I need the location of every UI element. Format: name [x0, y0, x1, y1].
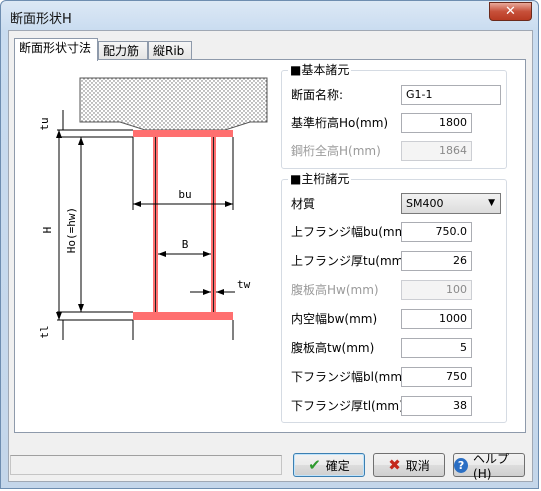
help-button-label: ヘルプ(H) — [473, 451, 510, 481]
top-flange-width-field[interactable]: 750.0 — [401, 222, 472, 242]
material-value: SM400 — [406, 197, 444, 210]
status-bar — [10, 455, 282, 475]
section-name-label: 断面名称: — [291, 88, 344, 102]
section-name-field[interactable]: G1-1 — [401, 85, 501, 105]
material-select[interactable]: SM400 ▼ — [401, 193, 501, 214]
tab-section-dimensions[interactable]: 断面形状寸法 — [14, 38, 98, 61]
base-girder-height-field[interactable]: 1800 — [401, 113, 472, 133]
cross-section-diagram: tu H Ho(=hw) tl bu B tw bl — [38, 77, 268, 340]
cancel-button[interactable]: ✖ 取消 — [373, 453, 445, 477]
tab-panel: tu H Ho(=hw) tl bu B tw bl ■基本諸元 断面名称: G… — [14, 59, 526, 433]
dialog-window: 断面形状H ✕ 断面形状寸法 配力筋 縦Rib tu H Ho(=hw) tl … — [0, 0, 539, 489]
steel-total-height-field: 1864 — [401, 141, 472, 161]
concrete-slab — [79, 77, 268, 131]
tab-longitudinal-rib[interactable]: 縦Rib — [148, 41, 192, 59]
close-icon: ✕ — [505, 4, 516, 19]
label-tu: tu — [38, 117, 51, 130]
ok-button-label: 確定 — [325, 458, 350, 473]
ok-button[interactable]: ✔ 確定 — [293, 453, 365, 477]
bottom-flange-thickness-field[interactable]: 38 — [401, 396, 472, 416]
check-icon: ✔ — [308, 456, 321, 474]
help-button[interactable]: ? ヘルプ(H) — [453, 452, 525, 481]
label-bu: bu — [178, 188, 191, 201]
bottom-flange-width-label: 下フランジ幅bl(mm) — [291, 370, 407, 384]
help-icon: ? — [454, 457, 469, 473]
inner-width-label: 内空幅bw(mm) — [291, 312, 378, 326]
tab-distribution-bars[interactable]: 配力筋 — [98, 41, 148, 59]
label-B: B — [182, 238, 189, 251]
dialog-body: 断面形状寸法 配力筋 縦Rib tu H Ho(=hw) tl bu B tw … — [8, 30, 533, 482]
base-girder-height-label: 基準桁高Ho(mm) — [291, 116, 389, 130]
web-height-label: 腹板高Hw(mm) — [291, 283, 379, 297]
inner-width-field[interactable]: 1000 — [401, 309, 472, 329]
steel-total-height-label: 鋼桁全高H(mm) — [291, 144, 381, 158]
window-title: 断面形状H — [10, 12, 72, 27]
label-tw: tw — [237, 278, 251, 291]
label-H: H — [41, 227, 54, 234]
top-flange-width-label: 上フランジ幅bu(mm) — [291, 225, 411, 239]
cancel-button-label: 取消 — [405, 458, 430, 473]
basic-specs-title: ■基本諸元 — [288, 63, 352, 77]
label-tl: tl — [38, 325, 51, 338]
bottom-flange-thickness-label: 下フランジ厚tl(mm) — [291, 399, 404, 413]
web-height-field: 100 — [401, 280, 472, 300]
web-thickness-label: 腹板高tw(mm) — [291, 341, 375, 355]
material-label: 材質 — [291, 197, 316, 211]
bottom-flange — [133, 312, 233, 320]
basic-specs-group: ■基本諸元 断面名称: G1-1 基準桁高Ho(mm) 1800 鋼桁全高H(m… — [281, 63, 507, 169]
web-thickness-field[interactable]: 5 — [401, 338, 472, 358]
dropdown-arrow-icon: ▼ — [488, 198, 495, 208]
top-flange-thickness-field[interactable]: 26 — [401, 251, 472, 271]
bottom-flange-width-field[interactable]: 750 — [401, 367, 472, 387]
x-icon: ✖ — [388, 456, 401, 474]
main-girder-specs-group: ■主桁諸元 材質 SM400 ▼ 上フランジ幅bu(mm) 750.0 上フラン… — [281, 172, 507, 423]
top-flange-thickness-label: 上フランジ厚tu(mm) — [291, 254, 409, 268]
label-Ho: Ho(=hw) — [65, 207, 78, 253]
main-girder-specs-title: ■主桁諸元 — [288, 172, 352, 186]
top-flange — [133, 130, 233, 137]
title-bar[interactable]: 断面形状H ✕ — [1, 1, 538, 29]
close-button[interactable]: ✕ — [489, 2, 532, 21]
